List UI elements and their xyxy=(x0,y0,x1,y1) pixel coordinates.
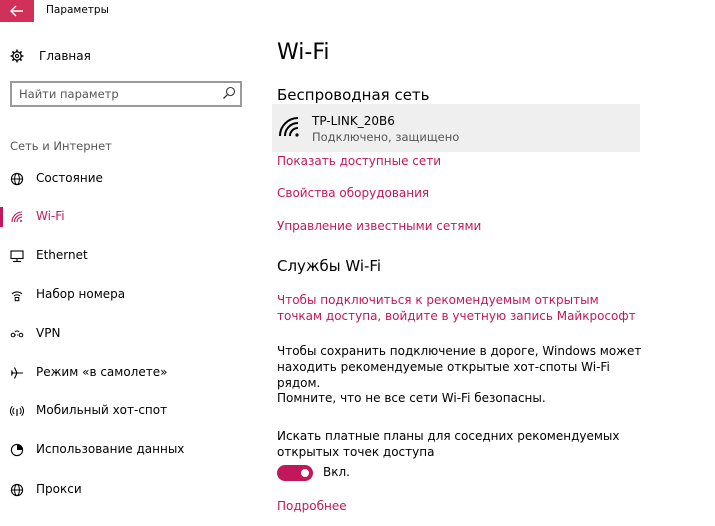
network-item[interactable]: TP-LINK_20B6 Подключено, защищено xyxy=(272,104,640,152)
section-title: Сеть и Интернет xyxy=(10,139,112,153)
sidebar-item-label: Состояние xyxy=(36,171,103,185)
sidebar-item-label: Набор номера xyxy=(36,287,126,301)
paid-plans-text: Искать платные планы для соседних рекоме… xyxy=(277,429,620,459)
search-box[interactable] xyxy=(10,81,242,107)
hardware-properties-link[interactable]: Свойства оборудования xyxy=(277,186,429,200)
wireless-heading: Беспроводная сеть xyxy=(277,86,430,104)
sidebar-home-label: Главная xyxy=(39,49,91,63)
sidebar-item-vpn[interactable]: VPN xyxy=(0,321,254,347)
main-content: Wi-Fi Беспроводная сеть TP-LINK_20B6 Под… xyxy=(272,0,707,526)
learn-more-link[interactable]: Подробнее xyxy=(277,499,347,513)
sidebar-item-status[interactable]: Состояние xyxy=(0,166,254,192)
ethernet-icon xyxy=(10,250,24,263)
show-networks-link[interactable]: Показать доступные сети xyxy=(277,154,441,168)
sidebar-item-label: Wi-Fi xyxy=(36,209,65,223)
window-title: Параметры xyxy=(46,4,109,16)
sidebar-item-wifi[interactable]: Wi-Fi xyxy=(0,204,254,230)
hotspot-icon xyxy=(10,406,24,416)
paid-plans-toggle[interactable] xyxy=(277,465,313,481)
sidebar-item-dialup[interactable]: Набор номера xyxy=(0,282,254,308)
sidebar-item-label: VPN xyxy=(36,326,61,340)
search-icon[interactable] xyxy=(222,86,236,100)
services-heading: Службы Wi-Fi xyxy=(277,257,382,275)
sidebar-home[interactable]: Главная xyxy=(10,47,91,65)
sidebar-item-label: Мобильный хот-спот xyxy=(36,403,168,417)
toggle-knob xyxy=(301,469,309,477)
active-indicator xyxy=(0,207,3,227)
network-status: Подключено, защищено xyxy=(312,130,460,144)
sidebar-item-ethernet[interactable]: Ethernet xyxy=(0,243,254,269)
toggle-state-label: Вкл. xyxy=(323,465,350,479)
wifi-icon xyxy=(11,211,23,223)
globe-icon xyxy=(10,172,24,186)
sidebar-item-proxy[interactable]: Прокси xyxy=(0,477,254,503)
search-input[interactable] xyxy=(19,86,219,102)
page-title: Wi-Fi xyxy=(277,40,330,65)
dialup-icon xyxy=(11,291,23,302)
wifi-signal-icon xyxy=(279,117,299,137)
sidebar-item-data-usage[interactable]: Использование данных xyxy=(0,437,254,463)
airplane-icon xyxy=(10,367,23,379)
security-warning-text: Помните, что не все сети Wi-Fi безопасны… xyxy=(277,391,546,405)
back-button[interactable] xyxy=(0,0,34,22)
roaming-text: Чтобы сохранить подключение в дороге, Wi… xyxy=(277,344,642,390)
sidebar-item-label: Ethernet xyxy=(36,248,88,262)
sidebar: Главная Сеть и Интернет Состояние Wi-Fi xyxy=(0,22,254,526)
sidebar-item-label: Режим «в самолете» xyxy=(36,365,168,379)
manage-known-networks-link[interactable]: Управление известными сетями xyxy=(277,219,481,233)
back-arrow-icon xyxy=(10,5,23,17)
network-name: TP-LINK_20B6 xyxy=(312,114,395,128)
sidebar-item-label: Использование данных xyxy=(36,442,185,456)
microsoft-signin-link[interactable]: Чтобы подключиться к рекомендуемым откры… xyxy=(277,292,647,324)
gear-icon xyxy=(10,49,24,63)
globe-icon xyxy=(10,483,24,497)
sidebar-item-label: Прокси xyxy=(36,482,82,496)
sidebar-item-airplane[interactable]: Режим «в самолете» xyxy=(0,360,254,386)
vpn-icon xyxy=(10,330,24,338)
sidebar-item-hotspot[interactable]: Мобильный хот-спот xyxy=(0,398,254,424)
data-usage-icon xyxy=(10,443,24,457)
